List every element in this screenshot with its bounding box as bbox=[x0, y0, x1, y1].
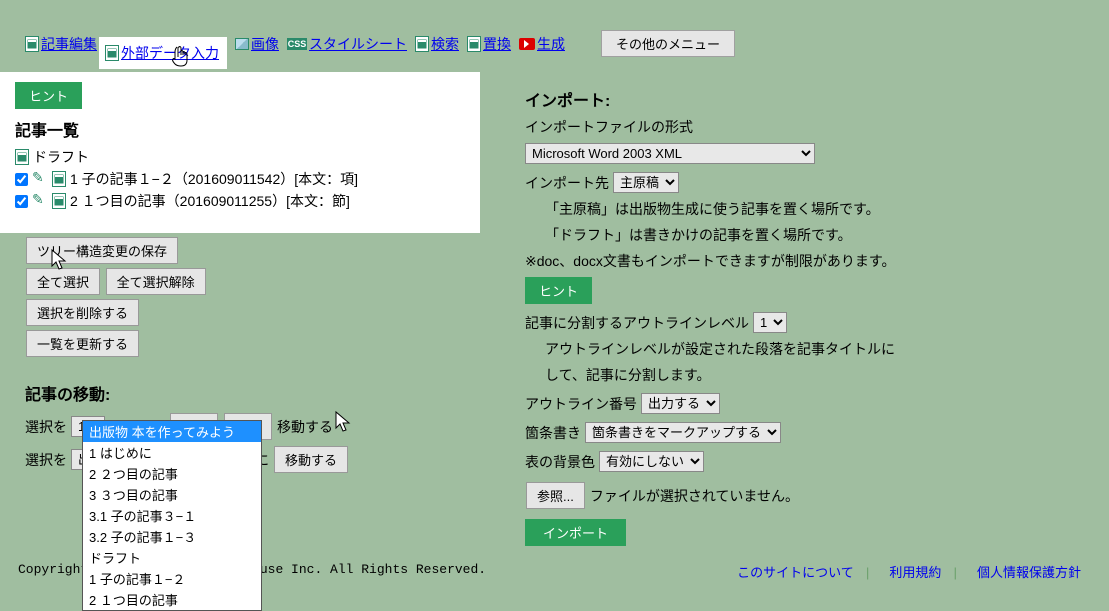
move-title: 記事の移動: bbox=[25, 381, 485, 405]
outline-num-label: アウトライン番号 bbox=[525, 394, 637, 414]
nav-replace[interactable]: 置換 bbox=[483, 34, 511, 54]
refresh-list-button[interactable]: 一覧を更新する bbox=[26, 330, 139, 357]
right-panel: インポート: インポートファイルの形式 Microsoft Word 2003 … bbox=[525, 87, 1084, 546]
doc-icon bbox=[415, 36, 429, 52]
pencil-icon[interactable] bbox=[32, 193, 48, 209]
footer-terms[interactable]: 利用規約 bbox=[889, 566, 941, 581]
video-icon bbox=[519, 38, 535, 50]
article-list-title: 記事一覧 bbox=[15, 117, 465, 141]
nav-image[interactable]: 画像 bbox=[251, 34, 279, 54]
doc-icon bbox=[467, 36, 481, 52]
dropdown-option[interactable]: 1 子の記事１−２ bbox=[83, 568, 261, 589]
delete-selected-button[interactable]: 選択を削除する bbox=[26, 299, 139, 326]
bullet-label: 箇条書き bbox=[525, 423, 581, 443]
hint-button-2[interactable]: ヒント bbox=[525, 277, 592, 304]
dropdown-option[interactable]: 2 ２つ目の記事 bbox=[83, 463, 261, 484]
image-icon bbox=[235, 38, 249, 50]
note-docx: ※doc、docx文書もインポートできますが制限があります。 bbox=[525, 251, 1084, 271]
doc-icon bbox=[105, 45, 119, 61]
css-icon: CSS bbox=[287, 38, 307, 50]
deselect-all-button[interactable]: 全て選択解除 bbox=[106, 268, 206, 295]
draft-label: ドラフト bbox=[33, 147, 89, 167]
dropdown-option[interactable]: ドラフト bbox=[83, 547, 261, 568]
pencil-icon[interactable] bbox=[32, 171, 48, 187]
dropdown-option[interactable]: 3 ３つ目の記事 bbox=[83, 484, 261, 505]
outline-note-1: アウトラインレベルが設定された段落を記事タイトルに bbox=[545, 339, 1084, 359]
dropdown-option[interactable]: 出版物 本を作ってみよう bbox=[83, 421, 261, 442]
file-format-select[interactable]: Microsoft Word 2003 XML bbox=[525, 143, 815, 164]
move-button[interactable]: 移動する bbox=[274, 446, 348, 473]
file-format-label: インポートファイルの形式 bbox=[525, 117, 1084, 137]
bgcolor-select[interactable]: 有効にしない bbox=[599, 451, 704, 472]
import-title: インポート: bbox=[525, 87, 1084, 111]
outline-level-select[interactable]: 1 bbox=[753, 312, 787, 333]
outline-num-select[interactable]: 出力する bbox=[641, 393, 720, 414]
doc-icon bbox=[25, 36, 39, 52]
dropdown-option[interactable]: 1 はじめに bbox=[83, 442, 261, 463]
select-all-button[interactable]: 全て選択 bbox=[26, 268, 100, 295]
nav-stylesheet[interactable]: スタイルシート bbox=[309, 34, 407, 54]
note-main: 「主原稿」は出版物生成に使う記事を置く場所です。 bbox=[545, 199, 1084, 219]
dropdown-option[interactable]: 3.2 子の記事１−３ bbox=[83, 526, 261, 547]
bgcolor-label: 表の背景色 bbox=[525, 452, 595, 472]
destination-dropdown-list[interactable]: 出版物 本を作ってみよう 1 はじめに 2 ２つ目の記事 3 ３つ目の記事 3.… bbox=[82, 420, 262, 611]
move-prefix-2: 選択を bbox=[25, 450, 67, 470]
outline-note-2: して、記事に分割します。 bbox=[545, 365, 1084, 385]
browse-button[interactable]: 参照... bbox=[526, 482, 585, 509]
doc-icon bbox=[52, 171, 66, 187]
footer-privacy[interactable]: 個人情報保護方針 bbox=[977, 566, 1081, 581]
move-prefix: 選択を bbox=[25, 417, 67, 437]
nav-search[interactable]: 検索 bbox=[431, 34, 459, 54]
move-suffix: 移動する bbox=[277, 417, 333, 437]
no-file-label: ファイルが選択されていません。 bbox=[590, 486, 799, 506]
nav-external[interactable]: 外部データ入力 bbox=[121, 43, 219, 63]
nav-generate[interactable]: 生成 bbox=[537, 34, 565, 54]
import-button[interactable]: インポート bbox=[525, 519, 626, 546]
top-nav: 記事編集 外部データ入力 画像 CSSスタイルシート 検索 置換 生成 その他の… bbox=[25, 30, 1084, 57]
footer-about[interactable]: このサイトについて bbox=[737, 566, 854, 581]
article-checkbox-1[interactable] bbox=[15, 173, 28, 186]
article-checkbox-2[interactable] bbox=[15, 195, 28, 208]
outline-label: 記事に分割するアウトラインレベル bbox=[525, 313, 749, 333]
dest-select[interactable]: 主原稿 bbox=[613, 172, 679, 193]
other-menu-button[interactable]: その他のメニュー bbox=[601, 30, 735, 57]
article-item-2[interactable]: 2 １つ目の記事（201609011255）[本文：節] bbox=[70, 191, 350, 211]
dropdown-option[interactable]: 3.1 子の記事３−１ bbox=[83, 505, 261, 526]
bullet-select[interactable]: 箇条書きをマークアップする bbox=[585, 422, 781, 443]
dest-label: インポート先 bbox=[525, 173, 609, 193]
note-draft: 「ドラフト」は書きかけの記事を置く場所です。 bbox=[545, 225, 1084, 245]
doc-icon bbox=[52, 193, 66, 209]
hint-button[interactable]: ヒント bbox=[15, 82, 82, 109]
doc-icon bbox=[15, 149, 29, 165]
dropdown-option[interactable]: 2 １つ目の記事 bbox=[83, 589, 261, 610]
article-item-1[interactable]: 1 子の記事１−２（201609011542）[本文：項] bbox=[70, 169, 358, 189]
save-tree-button[interactable]: ツリー構造変更の保存 bbox=[26, 237, 178, 264]
nav-edit[interactable]: 記事編集 bbox=[41, 34, 97, 54]
